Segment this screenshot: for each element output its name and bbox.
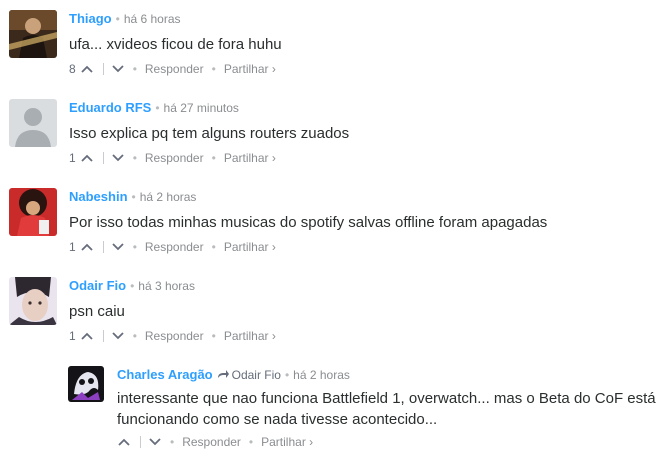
comment-body: Thiago • há 6 horas ufa... xvideos ficou d…	[69, 10, 659, 78]
downvote-button[interactable]	[111, 62, 125, 76]
chevron-down-icon	[112, 243, 124, 251]
comment-text: ufa... xvideos ficou de fora huhu	[69, 36, 282, 53]
avatar-image-icon	[9, 10, 57, 58]
author-name[interactable]: Eduardo RFS	[69, 100, 151, 115]
action-bullet: •	[132, 240, 137, 254]
timestamp[interactable]: há 6 horas	[124, 12, 181, 26]
reply-link[interactable]: Responder	[182, 433, 241, 451]
action-bullet: •	[211, 240, 216, 254]
vote-divider	[102, 241, 104, 253]
share-link[interactable]: Partilhar ›	[224, 238, 276, 256]
vote-divider	[102, 330, 104, 342]
avatar-image-icon	[68, 366, 104, 402]
chevron-up-icon	[81, 154, 93, 162]
comment-actions: 1 • Responder • Partilhar ›	[69, 149, 659, 167]
downvote-button[interactable]	[148, 435, 162, 449]
author-name[interactable]: Charles Aragão	[117, 367, 213, 382]
avatar[interactable]	[9, 10, 57, 58]
action-bullet: •	[211, 62, 216, 76]
author-name[interactable]: Nabeshin	[69, 189, 128, 204]
comment-header: Odair Fio • há 3 horas	[69, 277, 659, 295]
comment-body: Nabeshin • há 2 horas Por isso todas minha…	[69, 188, 659, 256]
vote-count: 1	[69, 329, 76, 343]
share-link[interactable]: Partilhar ›	[261, 433, 313, 451]
timestamp[interactable]: há 3 horas	[138, 279, 195, 293]
comment-text: psn caiu	[69, 303, 125, 320]
avatar[interactable]	[68, 366, 104, 402]
action-bullet: •	[132, 62, 137, 76]
downvote-button[interactable]	[111, 329, 125, 343]
downvote-button[interactable]	[111, 151, 125, 165]
default-avatar-icon	[9, 99, 57, 147]
comment-text: Por isso todas minhas musicas do spotify…	[69, 214, 548, 231]
chevron-up-icon	[81, 243, 93, 251]
avatar-image-icon	[9, 277, 57, 325]
upvote-button[interactable]	[80, 240, 94, 254]
comment-body: Charles Aragão Odair Fio • há 2 horas inter…	[117, 366, 659, 451]
meta-bullet: •	[130, 279, 135, 293]
action-bullet: •	[170, 435, 175, 449]
chevron-up-icon	[81, 65, 93, 73]
action-bullet: •	[132, 329, 137, 343]
reply-link[interactable]: Responder	[145, 149, 204, 167]
comment-actions: 1 • Responder • Partilhar ›	[69, 238, 659, 256]
timestamp[interactable]: há 2 horas	[293, 368, 350, 382]
avatar-image-icon	[9, 188, 57, 236]
share-link[interactable]: Partilhar ›	[224, 60, 276, 78]
avatar[interactable]	[9, 188, 57, 236]
share-link[interactable]: Partilhar ›	[224, 149, 276, 167]
vote-divider	[102, 152, 104, 164]
avatar[interactable]	[9, 99, 57, 147]
action-bullet: •	[132, 151, 137, 165]
upvote-button[interactable]	[80, 62, 94, 76]
comment-text: Isso explica pq tem alguns routers zuado…	[69, 125, 350, 142]
comment-actions: • Responder • Partilhar ›	[117, 433, 659, 451]
comment-text: interessante que nao funciona Battlefiel…	[117, 390, 656, 428]
vote-count: 8	[69, 62, 76, 76]
upvote-button[interactable]	[117, 435, 131, 449]
chevron-up-icon	[118, 438, 130, 446]
reply-link[interactable]: Responder	[145, 60, 204, 78]
author-name[interactable]: Odair Fio	[69, 278, 126, 293]
comment-header: Charles Aragão Odair Fio • há 2 horas	[117, 366, 659, 384]
meta-bullet: •	[155, 101, 160, 115]
chevron-up-icon	[81, 332, 93, 340]
meta-bullet: •	[131, 190, 136, 204]
action-bullet: •	[211, 329, 216, 343]
chevron-down-icon	[149, 438, 161, 446]
avatar[interactable]	[9, 277, 57, 325]
author-name[interactable]: Thiago	[69, 11, 112, 26]
comment-body: Odair Fio • há 3 horas psn caiu 1 • Respon…	[69, 277, 659, 345]
downvote-button[interactable]	[111, 240, 125, 254]
chevron-down-icon	[112, 154, 124, 162]
vote-count: 1	[69, 240, 76, 254]
comment-header: Nabeshin • há 2 horas	[69, 188, 659, 206]
meta-bullet: •	[284, 368, 290, 382]
reply-arrow-icon	[217, 369, 229, 379]
comment-actions: 1 • Responder • Partilhar ›	[69, 327, 659, 345]
chevron-down-icon	[112, 332, 124, 340]
meta-bullet: •	[115, 12, 120, 26]
timestamp[interactable]: há 2 horas	[140, 190, 197, 204]
share-link[interactable]: Partilhar ›	[224, 327, 276, 345]
vote-divider	[102, 63, 104, 75]
comment-actions: 8 • Responder • Partilhar ›	[69, 60, 659, 78]
action-bullet: •	[211, 151, 216, 165]
upvote-button[interactable]	[80, 151, 94, 165]
upvote-button[interactable]	[80, 329, 94, 343]
chevron-down-icon	[112, 65, 124, 73]
reply-link[interactable]: Responder	[145, 238, 204, 256]
timestamp[interactable]: há 27 minutos	[164, 101, 239, 115]
comment-header: Thiago • há 6 horas	[69, 10, 659, 28]
vote-divider	[140, 436, 141, 448]
replied-to-author[interactable]: Odair Fio	[232, 368, 281, 382]
vote-count: 1	[69, 151, 76, 165]
comment-body: Eduardo RFS • há 27 minutos Isso explica p…	[69, 99, 659, 167]
action-bullet: •	[248, 435, 254, 449]
reply-link[interactable]: Responder	[145, 327, 204, 345]
comment-header: Eduardo RFS • há 27 minutos	[69, 99, 659, 117]
